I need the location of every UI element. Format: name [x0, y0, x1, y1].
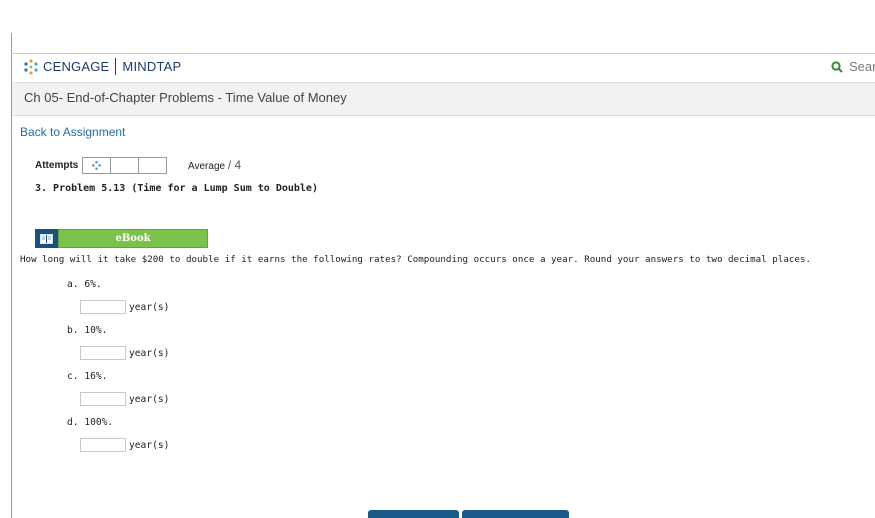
part-a-label: a. 6%.	[67, 279, 102, 290]
assignment-title-bar: Ch 05- End-of-Chapter Problems - Time Va…	[12, 83, 875, 116]
problem-title: 3. Problem 5.13 (Time for a Lump Sum to …	[35, 183, 318, 194]
search-label: Search	[849, 59, 875, 74]
part-c-answer-input[interactable]	[80, 392, 126, 406]
attempt-box-1[interactable]	[82, 157, 111, 174]
average-score: Average / 4	[188, 158, 241, 172]
product-name: MINDTAP	[122, 59, 182, 74]
part-c-unit: year(s)	[129, 393, 170, 405]
ebook-button[interactable]: eBook	[35, 229, 208, 248]
ebook-label: eBook	[58, 229, 208, 248]
part-a-answer-row: year(s)	[80, 300, 169, 314]
attempts-label: Attempts	[35, 160, 79, 171]
footer-button-right[interactable]	[462, 510, 569, 518]
assignment-title: Ch 05- End-of-Chapter Problems - Time Va…	[24, 90, 347, 105]
attempt-box-2[interactable]	[110, 157, 139, 174]
brand-name: CENGAGE	[43, 59, 110, 74]
part-d-answer-input[interactable]	[80, 438, 126, 452]
question-text: How long will it take $200 to double if …	[20, 254, 811, 265]
part-b-unit: year(s)	[129, 347, 170, 359]
average-value: / 4	[227, 158, 242, 172]
part-b-label: b. 10%.	[67, 325, 108, 336]
part-d-label: d. 100%.	[67, 417, 114, 428]
cengage-logo-icon	[24, 58, 38, 75]
book-icon	[35, 229, 58, 248]
attempts-widget: Attempts	[35, 157, 168, 174]
part-d-answer-row: year(s)	[80, 438, 169, 452]
back-to-assignment-link[interactable]: Back to Assignment	[20, 125, 125, 139]
cengage-mindtap-logo[interactable]: CENGAGE MINDTAP	[23, 58, 181, 75]
part-c-answer-row: year(s)	[80, 392, 169, 406]
search-icon	[831, 60, 843, 73]
brand-divider	[115, 58, 117, 75]
part-b-answer-row: year(s)	[80, 346, 169, 360]
app-header: CENGAGE MINDTAP Search	[12, 54, 875, 83]
part-c-label: c. 16%.	[67, 371, 108, 382]
part-b-answer-input[interactable]	[80, 346, 126, 360]
average-label: Average	[188, 161, 226, 172]
part-a-unit: year(s)	[129, 301, 170, 313]
attempt-spinner-icon	[92, 161, 102, 170]
search-control[interactable]: Search	[831, 59, 875, 74]
footer-button-left[interactable]	[368, 510, 459, 518]
part-a-answer-input[interactable]	[80, 300, 126, 314]
attempt-box-3[interactable]	[138, 157, 168, 174]
part-d-unit: year(s)	[129, 439, 170, 451]
